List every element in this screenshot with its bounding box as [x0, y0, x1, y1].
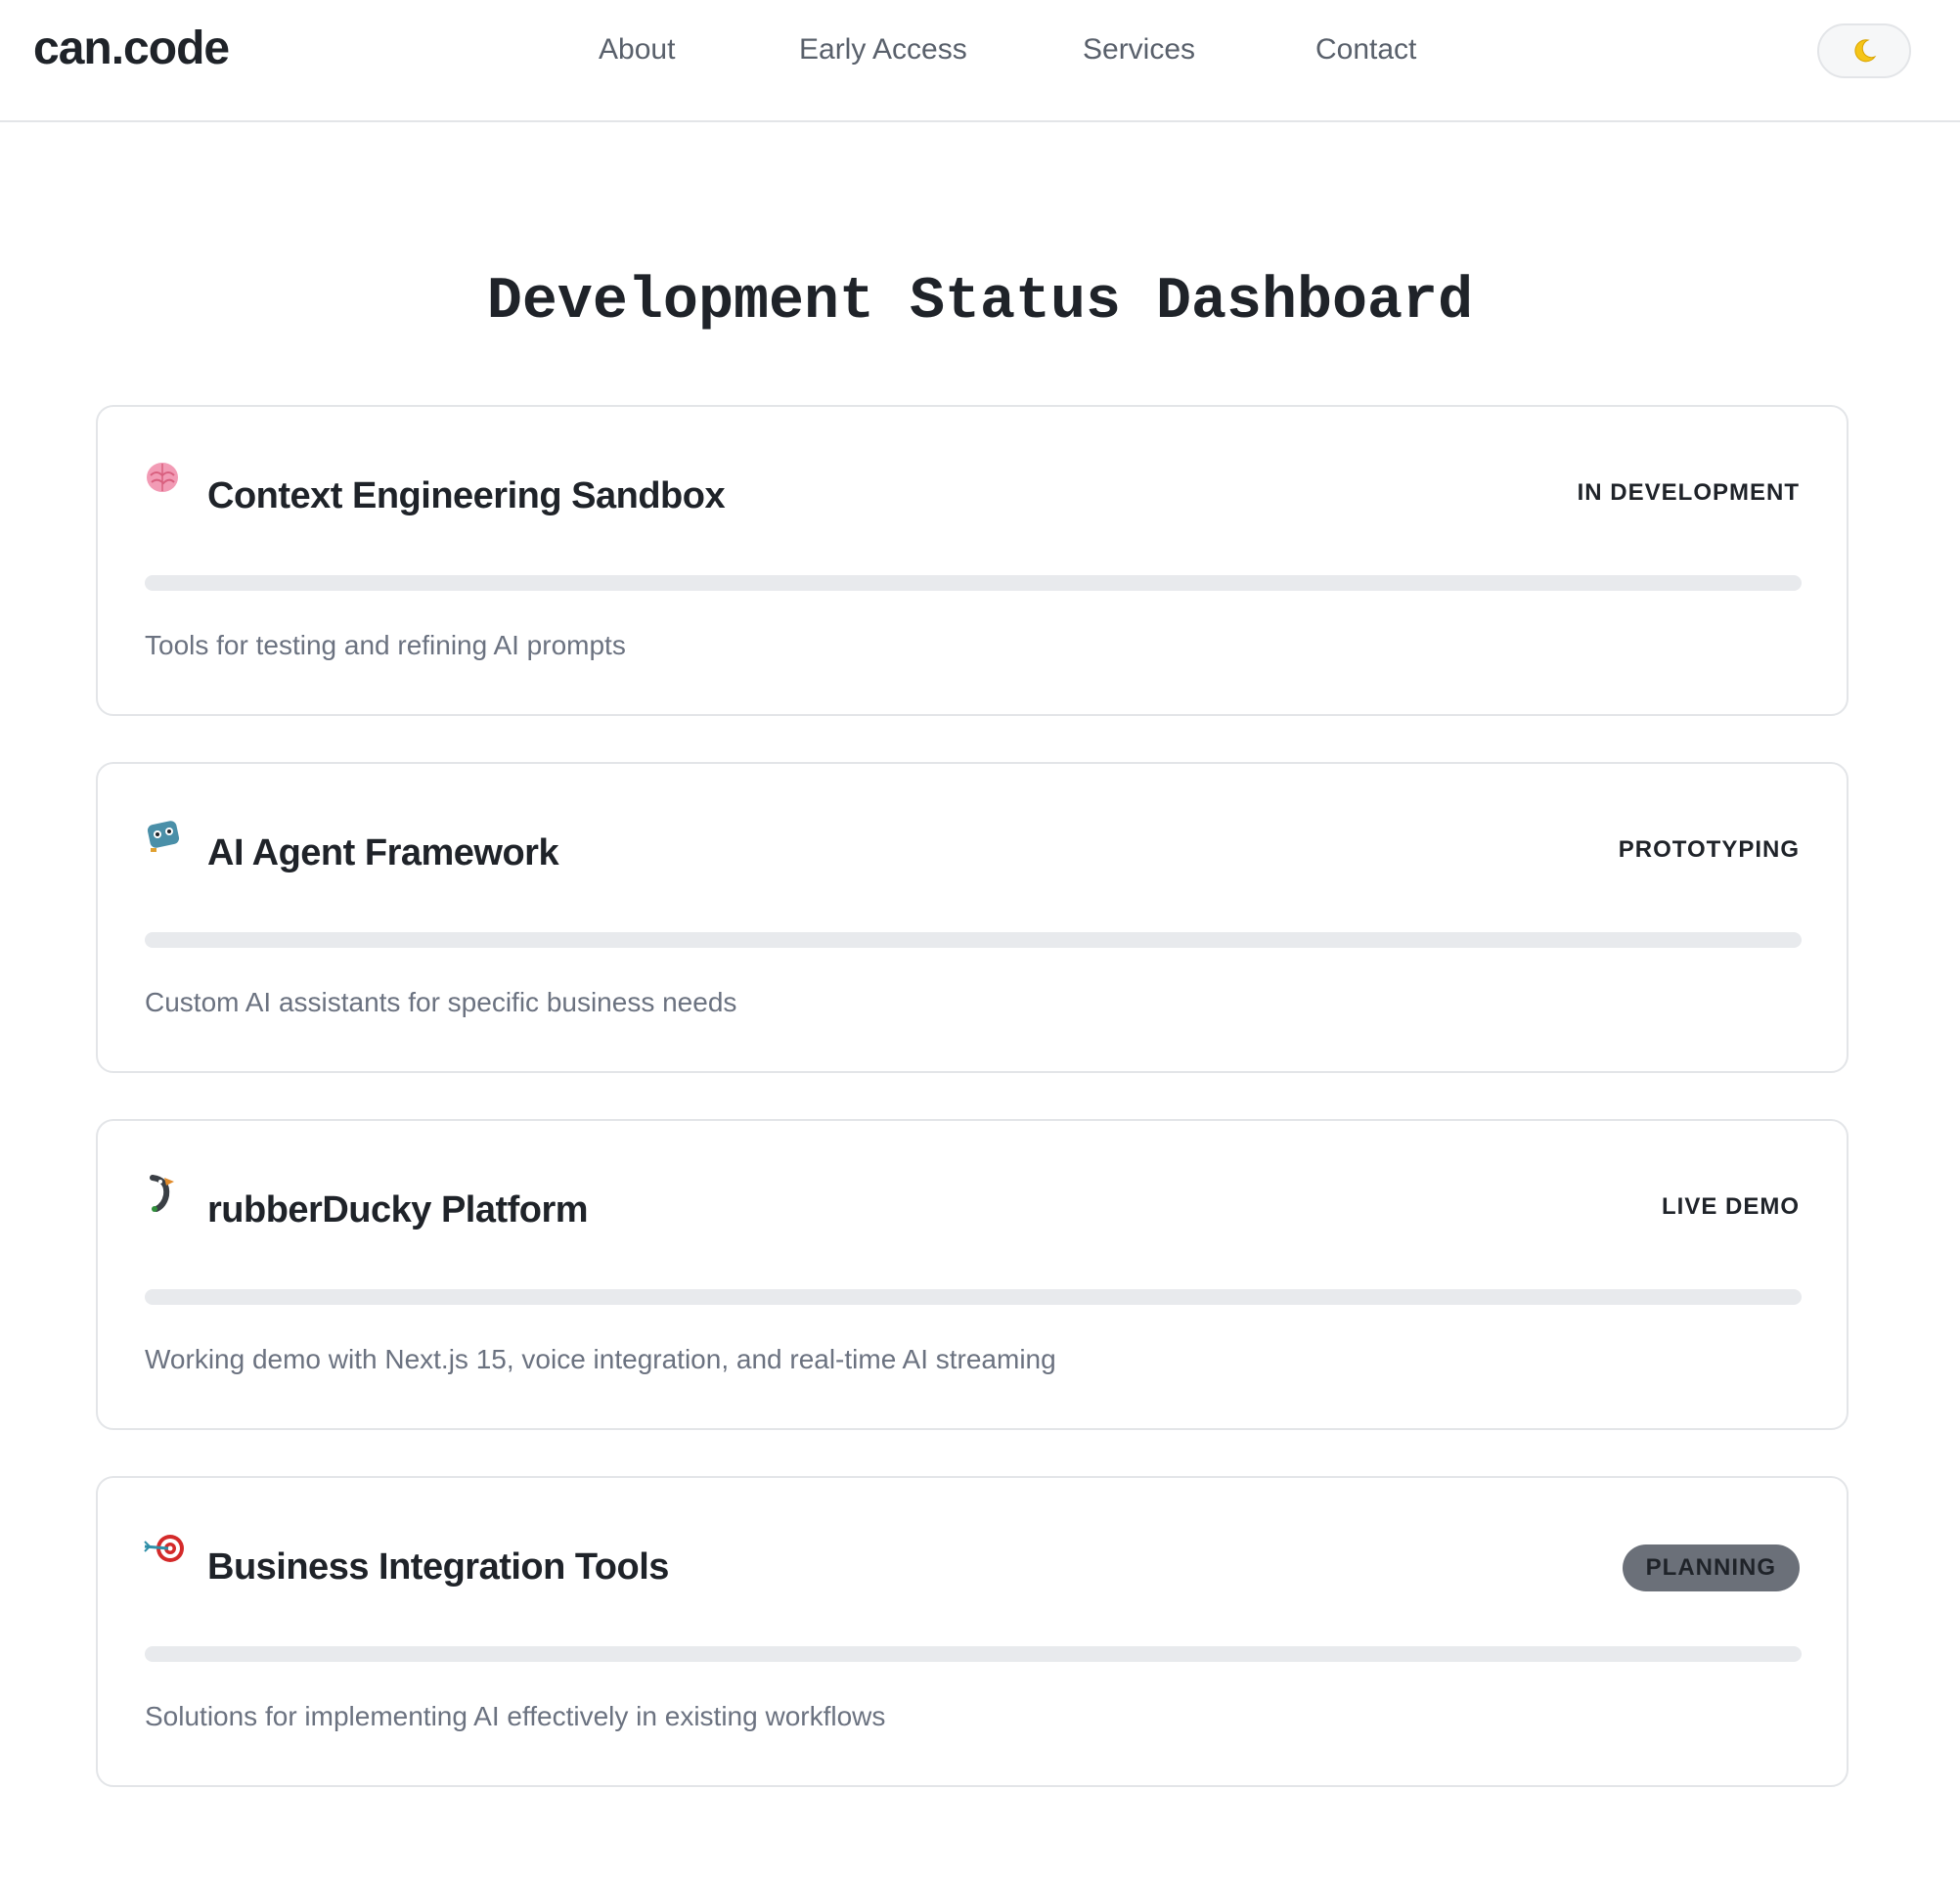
nav-services[interactable]: Services [1083, 33, 1195, 67]
brain-icon [147, 463, 178, 492]
card-title: Context Engineering Sandbox [207, 475, 726, 516]
robot-icon [147, 821, 180, 852]
progress-bar [145, 1646, 1802, 1662]
card-description: Tools for testing and refining AI prompt… [145, 630, 626, 660]
progress-bar [145, 575, 1802, 591]
card-title: rubberDucky Platform [207, 1189, 589, 1231]
nav-early-access[interactable]: Early Access [799, 33, 967, 67]
nav-contact[interactable]: Contact [1315, 33, 1416, 67]
card-description: Solutions for implementing AI effectivel… [145, 1701, 886, 1731]
status-badge: LIVE DEMO [1661, 1193, 1800, 1220]
progress-bar [145, 932, 1802, 948]
status-badge: PLANNING [1622, 1544, 1800, 1591]
card-title: Business Integration Tools [207, 1546, 669, 1588]
card-title: AI Agent Framework [207, 832, 559, 873]
card-description: Working demo with Next.js 15, voice inte… [145, 1344, 1056, 1374]
project-card-rubberducky: rubberDucky Platform LIVE DEMO Working d… [96, 1119, 1849, 1430]
project-card-business-tools: Business Integration Tools PLANNING Solu… [96, 1476, 1849, 1787]
card-description: Custom AI assistants for specific busine… [145, 987, 737, 1017]
main-nav: About Early Access Services Contact [0, 33, 1960, 82]
site-header: can.code About Early Access Services Con… [0, 0, 1960, 122]
theme-toggle-button[interactable] [1817, 23, 1911, 78]
project-card-context-sandbox: Context Engineering Sandbox IN DEVELOPME… [96, 405, 1849, 716]
progress-bar [145, 1289, 1802, 1305]
status-badge: PROTOTYPING [1618, 836, 1800, 863]
project-card-agent-framework: AI Agent Framework PROTOTYPING Custom AI… [96, 762, 1849, 1073]
page-title: Development Status Dashboard [486, 269, 1474, 336]
nav-about[interactable]: About [599, 33, 675, 67]
target-icon [144, 1535, 184, 1562]
status-badge: IN DEVELOPMENT [1577, 479, 1800, 506]
moon-icon [1854, 39, 1877, 63]
duck-icon [150, 1175, 174, 1212]
